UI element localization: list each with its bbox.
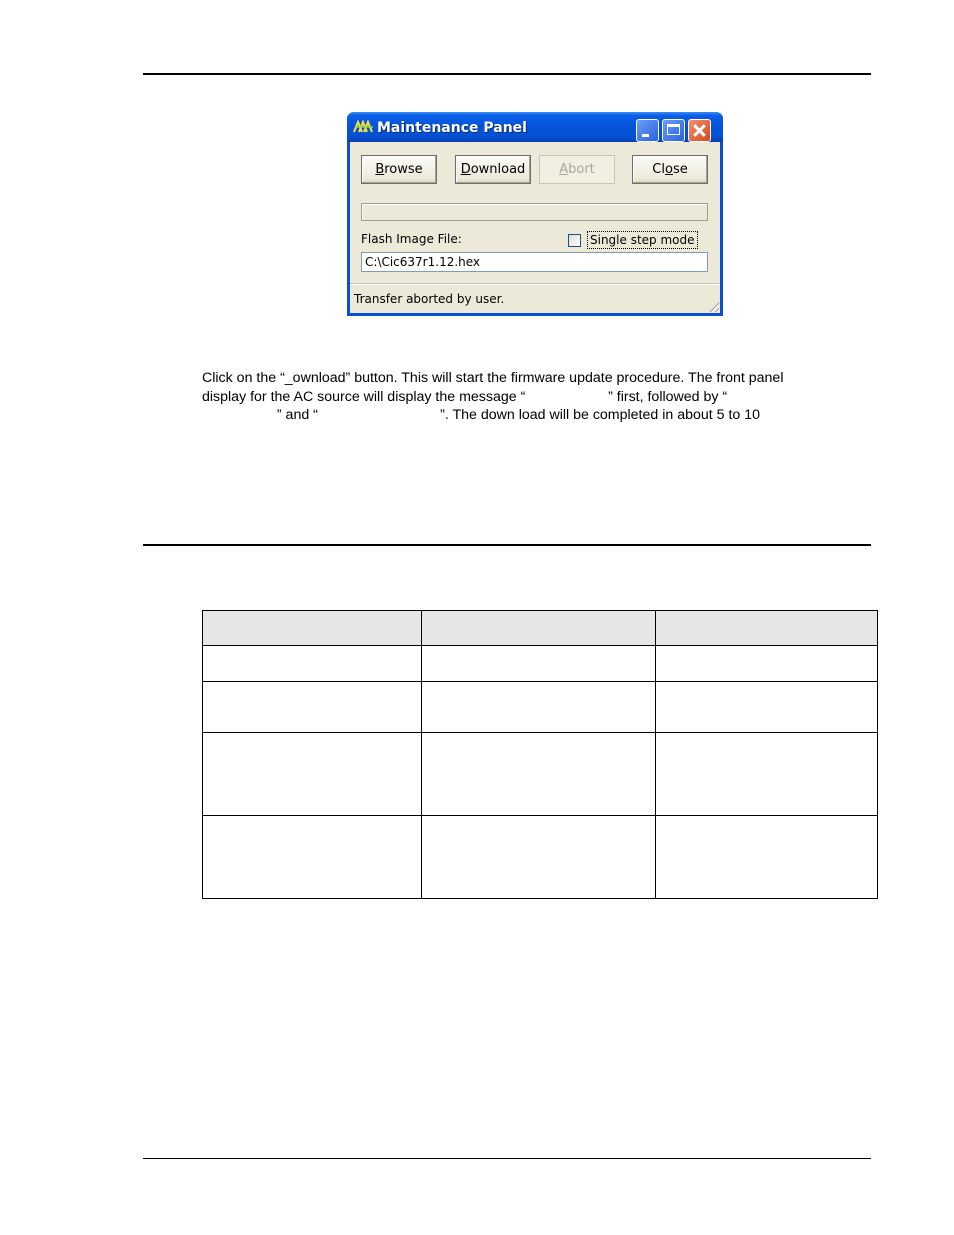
flash-image-label: Flash Image File: xyxy=(361,232,462,246)
status-text: Transfer aborted by user. xyxy=(354,292,505,306)
table-header-cell xyxy=(654,610,879,646)
table-cell xyxy=(654,681,879,733)
table-cell xyxy=(421,681,656,733)
table-cell xyxy=(201,645,423,682)
footer-rule xyxy=(143,1158,871,1159)
table-row xyxy=(201,815,879,899)
table-cell xyxy=(201,732,423,816)
section-rule xyxy=(143,544,871,546)
browse-button[interactable]: Browse xyxy=(361,155,437,184)
table-cell xyxy=(654,645,879,682)
minimize-button[interactable] xyxy=(636,119,659,142)
window-title: Maintenance Panel xyxy=(377,120,527,136)
close-window-button[interactable] xyxy=(688,119,711,142)
resize-grip-icon[interactable] xyxy=(707,300,719,312)
single-step-label[interactable]: Single step mode xyxy=(587,231,698,249)
flash-image-file-input[interactable]: C:\Cic637r1.12.hex xyxy=(361,252,708,272)
table-row xyxy=(201,645,879,682)
close-button[interactable]: Close xyxy=(632,155,708,184)
table-header-row xyxy=(201,610,879,646)
progress-bar xyxy=(361,203,708,221)
status-bar: Transfer aborted by user. xyxy=(350,284,720,313)
table-header-cell xyxy=(421,610,656,646)
table-row xyxy=(201,681,879,733)
spec-table xyxy=(201,610,879,899)
instruction-paragraph: Click on the “_ownload” button. This wil… xyxy=(202,369,872,425)
table-row xyxy=(201,732,879,816)
table-cell xyxy=(421,815,656,899)
table-cell xyxy=(201,681,423,733)
paragraph-line: display for the AC source will display t… xyxy=(202,388,728,405)
paragraph-line: Click on the “_ownload” button. This wil… xyxy=(202,370,784,386)
maintenance-panel-window: Maintenance Panel Browse Download Abort … xyxy=(347,112,723,316)
single-step-checkbox[interactable] xyxy=(568,234,581,247)
download-button[interactable]: Download xyxy=(455,155,531,184)
window-client-area: Browse Download Abort Close Flash Image … xyxy=(350,142,720,313)
abort-button[interactable]: Abort xyxy=(539,155,615,184)
table-cell xyxy=(421,645,656,682)
maximize-button[interactable] xyxy=(662,119,685,142)
table-cell xyxy=(201,815,423,899)
table-cell xyxy=(421,732,656,816)
table-cell xyxy=(654,815,879,899)
table-header-cell xyxy=(201,610,423,646)
table-cell xyxy=(654,732,879,816)
title-bar[interactable]: Maintenance Panel xyxy=(347,112,723,142)
header-rule xyxy=(143,73,871,75)
app-logo-icon xyxy=(353,120,373,133)
paragraph-line: ” and “ ”. The down load will be complet… xyxy=(202,407,761,423)
